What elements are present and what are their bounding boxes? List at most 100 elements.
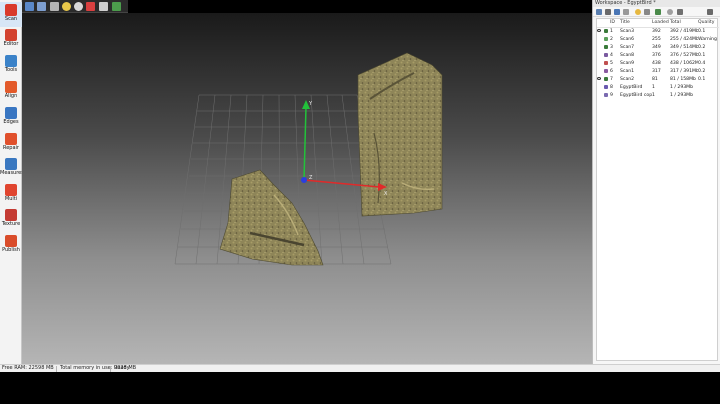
row-loaded: 81 — [652, 77, 658, 82]
color-swatch — [604, 28, 608, 33]
light-icon[interactable] — [62, 2, 71, 11]
color-swatch — [604, 36, 608, 41]
sidebar-item-multi[interactable]: Multi — [0, 182, 22, 207]
color-swatch — [604, 84, 608, 89]
color-swatch — [604, 60, 608, 65]
export-icon[interactable] — [677, 9, 683, 15]
sidebar-item-repair[interactable]: Repair — [0, 131, 22, 156]
table-row[interactable]: 4 Scan8 376 376 / 527Mb 0.1 — [597, 52, 719, 60]
sidebar-item-label: Multi — [4, 196, 18, 202]
close-panel-icon[interactable] — [707, 9, 713, 15]
color-swatch — [604, 92, 608, 97]
tools-icon — [5, 55, 17, 67]
undo-icon[interactable] — [644, 9, 650, 15]
editor-icon — [5, 29, 17, 41]
row-total: 376 / 527Mb — [670, 53, 698, 58]
row-id: 8 — [610, 85, 613, 90]
scan-mesh-right[interactable] — [357, 52, 443, 217]
table-row[interactable]: 9 EgyptBird cop 1 1 / 293Mb — [597, 92, 719, 100]
row-quality: 0.2 — [698, 69, 706, 74]
shaded-cube-icon[interactable] — [86, 2, 95, 11]
table-row[interactable]: 8 EgyptBird 1 1 / 293Mb — [597, 84, 719, 92]
header-total[interactable]: Total — [670, 19, 698, 28]
sidebar-item-texture[interactable]: Texture — [0, 207, 22, 232]
scene-canvas: Y Z X — [174, 52, 443, 266]
header-title[interactable]: Title — [620, 19, 652, 28]
header-loaded[interactable]: Loaded — [652, 19, 670, 28]
row-total: 1 / 293Mb — [670, 85, 694, 90]
header-visibility — [597, 19, 604, 28]
row-title: Scan9 — [620, 61, 635, 66]
merge-icon[interactable] — [655, 9, 661, 15]
x-axis-label: X — [384, 191, 388, 197]
row-quality: 0.1 — [698, 29, 706, 34]
row-title: EgyptBird cop — [620, 93, 652, 98]
refresh-icon[interactable] — [635, 9, 641, 15]
visibility-icon[interactable] — [614, 9, 620, 15]
row-id: 4 — [610, 53, 613, 58]
color-icon[interactable] — [112, 2, 121, 11]
wire-cube-icon[interactable] — [99, 2, 108, 11]
row-loaded: 376 — [652, 53, 661, 58]
table-row[interactable]: 6 Scan1 317 317 / 391Mb 0.2 — [597, 68, 719, 76]
table-row[interactable]: 2 Scan6 255 255 / 424Mb Warning — [597, 36, 719, 44]
eye-icon[interactable] — [597, 77, 601, 80]
row-total: 349 / 514Mb — [670, 45, 698, 50]
save-icon[interactable] — [605, 9, 611, 15]
axes-icon[interactable] — [50, 2, 59, 11]
row-quality: 0.1 — [698, 77, 706, 82]
sidebar-item-label: Scan — [4, 16, 18, 22]
multi-icon — [5, 184, 17, 196]
table-row[interactable]: 1 Scan3 392 392 / 419Mb 0.1 — [597, 28, 719, 37]
sidebar-item-tools[interactable]: Tools — [0, 53, 22, 78]
sidebar-item-scan[interactable]: Scan — [0, 2, 22, 27]
row-loaded: 392 — [652, 29, 661, 34]
sidebar-item-label: Texture — [1, 221, 21, 227]
workspace-toolbar — [593, 7, 720, 17]
sidebar-item-editor[interactable]: Editor — [0, 27, 22, 52]
open-icon[interactable] — [596, 9, 602, 15]
header-quality[interactable]: Quality — [698, 19, 719, 28]
sidebar-item-align[interactable]: Align — [0, 79, 22, 104]
sidebar-item-measures[interactable]: Measures — [0, 156, 22, 181]
sidebar-item-edges[interactable]: Edges — [0, 105, 22, 130]
row-quality — [698, 84, 719, 92]
main-toolbar: Scan Editor Tools Align Edges Repair Mea… — [0, 0, 22, 364]
table-row[interactable]: 7 Scan2 81 81 / 158Mb 0.1 — [597, 76, 719, 84]
settings-icon[interactable] — [623, 9, 629, 15]
sidebar-item-label: Align — [4, 93, 18, 99]
texture-sphere-icon[interactable] — [74, 2, 83, 11]
color-swatch — [604, 44, 608, 49]
y-axis — [303, 106, 307, 181]
letterbox-bar — [0, 372, 720, 404]
workspace-title: Workspace - EgyptBird * — [593, 0, 720, 7]
table-header: ID Title Loaded Total Quality — [597, 19, 719, 28]
row-quality: Warning — [698, 37, 717, 42]
scan-mesh-left[interactable] — [219, 169, 324, 266]
workspace-panel: Workspace - EgyptBird * ID Title Loaded … — [592, 0, 720, 364]
row-title: EgyptBird — [620, 85, 643, 90]
table-row[interactable]: 5 Scan9 438 438 / 1062Mb 0.4 — [597, 60, 719, 68]
3d-viewport[interactable]: Y Z X — [22, 13, 592, 364]
measures-icon — [5, 158, 17, 170]
row-loaded: 438 — [652, 61, 661, 66]
back-icon[interactable] — [25, 2, 34, 11]
status-bar: Free RAM: 22598 MB Total memory in use: … — [0, 364, 720, 372]
row-id: 9 — [610, 93, 613, 98]
eye-icon[interactable] — [597, 29, 601, 32]
row-title: Scan1 — [620, 69, 635, 74]
row-id: 6 — [610, 69, 613, 74]
z-axis-origin — [301, 177, 307, 183]
row-total: 438 / 1062Mb — [670, 61, 698, 66]
row-id: 1 — [610, 29, 613, 34]
sidebar-item-label: Tools — [4, 67, 18, 73]
header-id[interactable]: ID — [610, 19, 620, 28]
options-icon[interactable] — [667, 9, 673, 15]
table-row[interactable]: 3 Scan7 349 349 / 514Mb 0.2 — [597, 44, 719, 52]
sidebar-item-label: Repair — [2, 145, 19, 151]
grid-icon[interactable] — [37, 2, 46, 11]
sidebar-item-publish[interactable]: Publish — [0, 233, 22, 258]
row-quality: 0.2 — [698, 45, 706, 50]
align-icon — [5, 81, 17, 93]
color-swatch — [604, 52, 608, 57]
